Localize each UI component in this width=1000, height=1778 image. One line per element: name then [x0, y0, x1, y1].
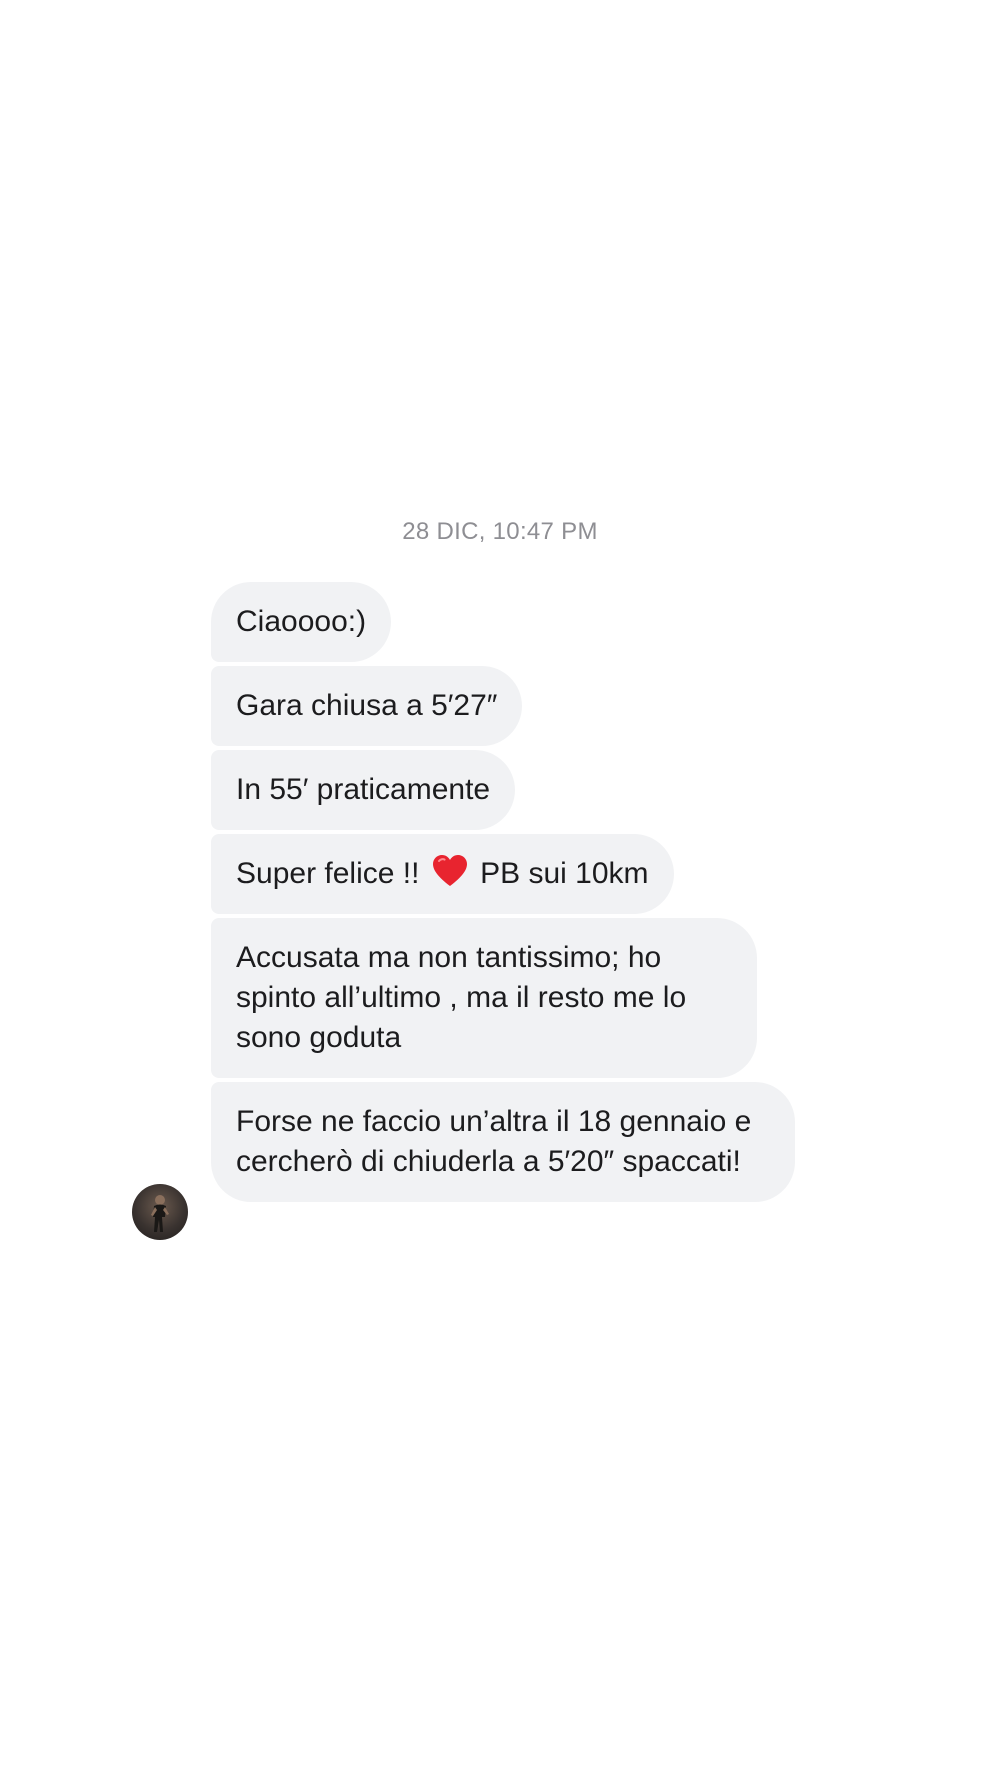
message-group: Ciaoooo:) Gara chiusa a 5′27″ In 55′ pra…: [211, 582, 811, 1202]
message-thread: 28 DIC, 10:47 PM Ciaoooo:) Gara chiusa a…: [0, 0, 1000, 1778]
red-heart-emoji-icon: [432, 855, 467, 886]
message-bubble[interactable]: Gara chiusa a 5′27″: [211, 666, 523, 746]
person-silhouette-icon: [151, 1195, 169, 1232]
message-text: Super felice !!: [236, 857, 428, 890]
message-bubble[interactable]: Super felice !! PB sui 10km: [211, 834, 674, 914]
message-bubble[interactable]: Ciaoooo:): [211, 582, 392, 662]
message-bubble[interactable]: Forse ne faccio un’altra il 18 gennaio e…: [211, 1082, 795, 1202]
message-bubble[interactable]: In 55′ praticamente: [211, 750, 516, 830]
message-timestamp: 28 DIC, 10:47 PM: [402, 518, 598, 545]
sender-avatar[interactable]: [132, 1184, 188, 1240]
message-bubble[interactable]: Accusata ma non tantissimo; ho spinto al…: [211, 918, 757, 1078]
message-text: PB sui 10km: [471, 857, 649, 890]
